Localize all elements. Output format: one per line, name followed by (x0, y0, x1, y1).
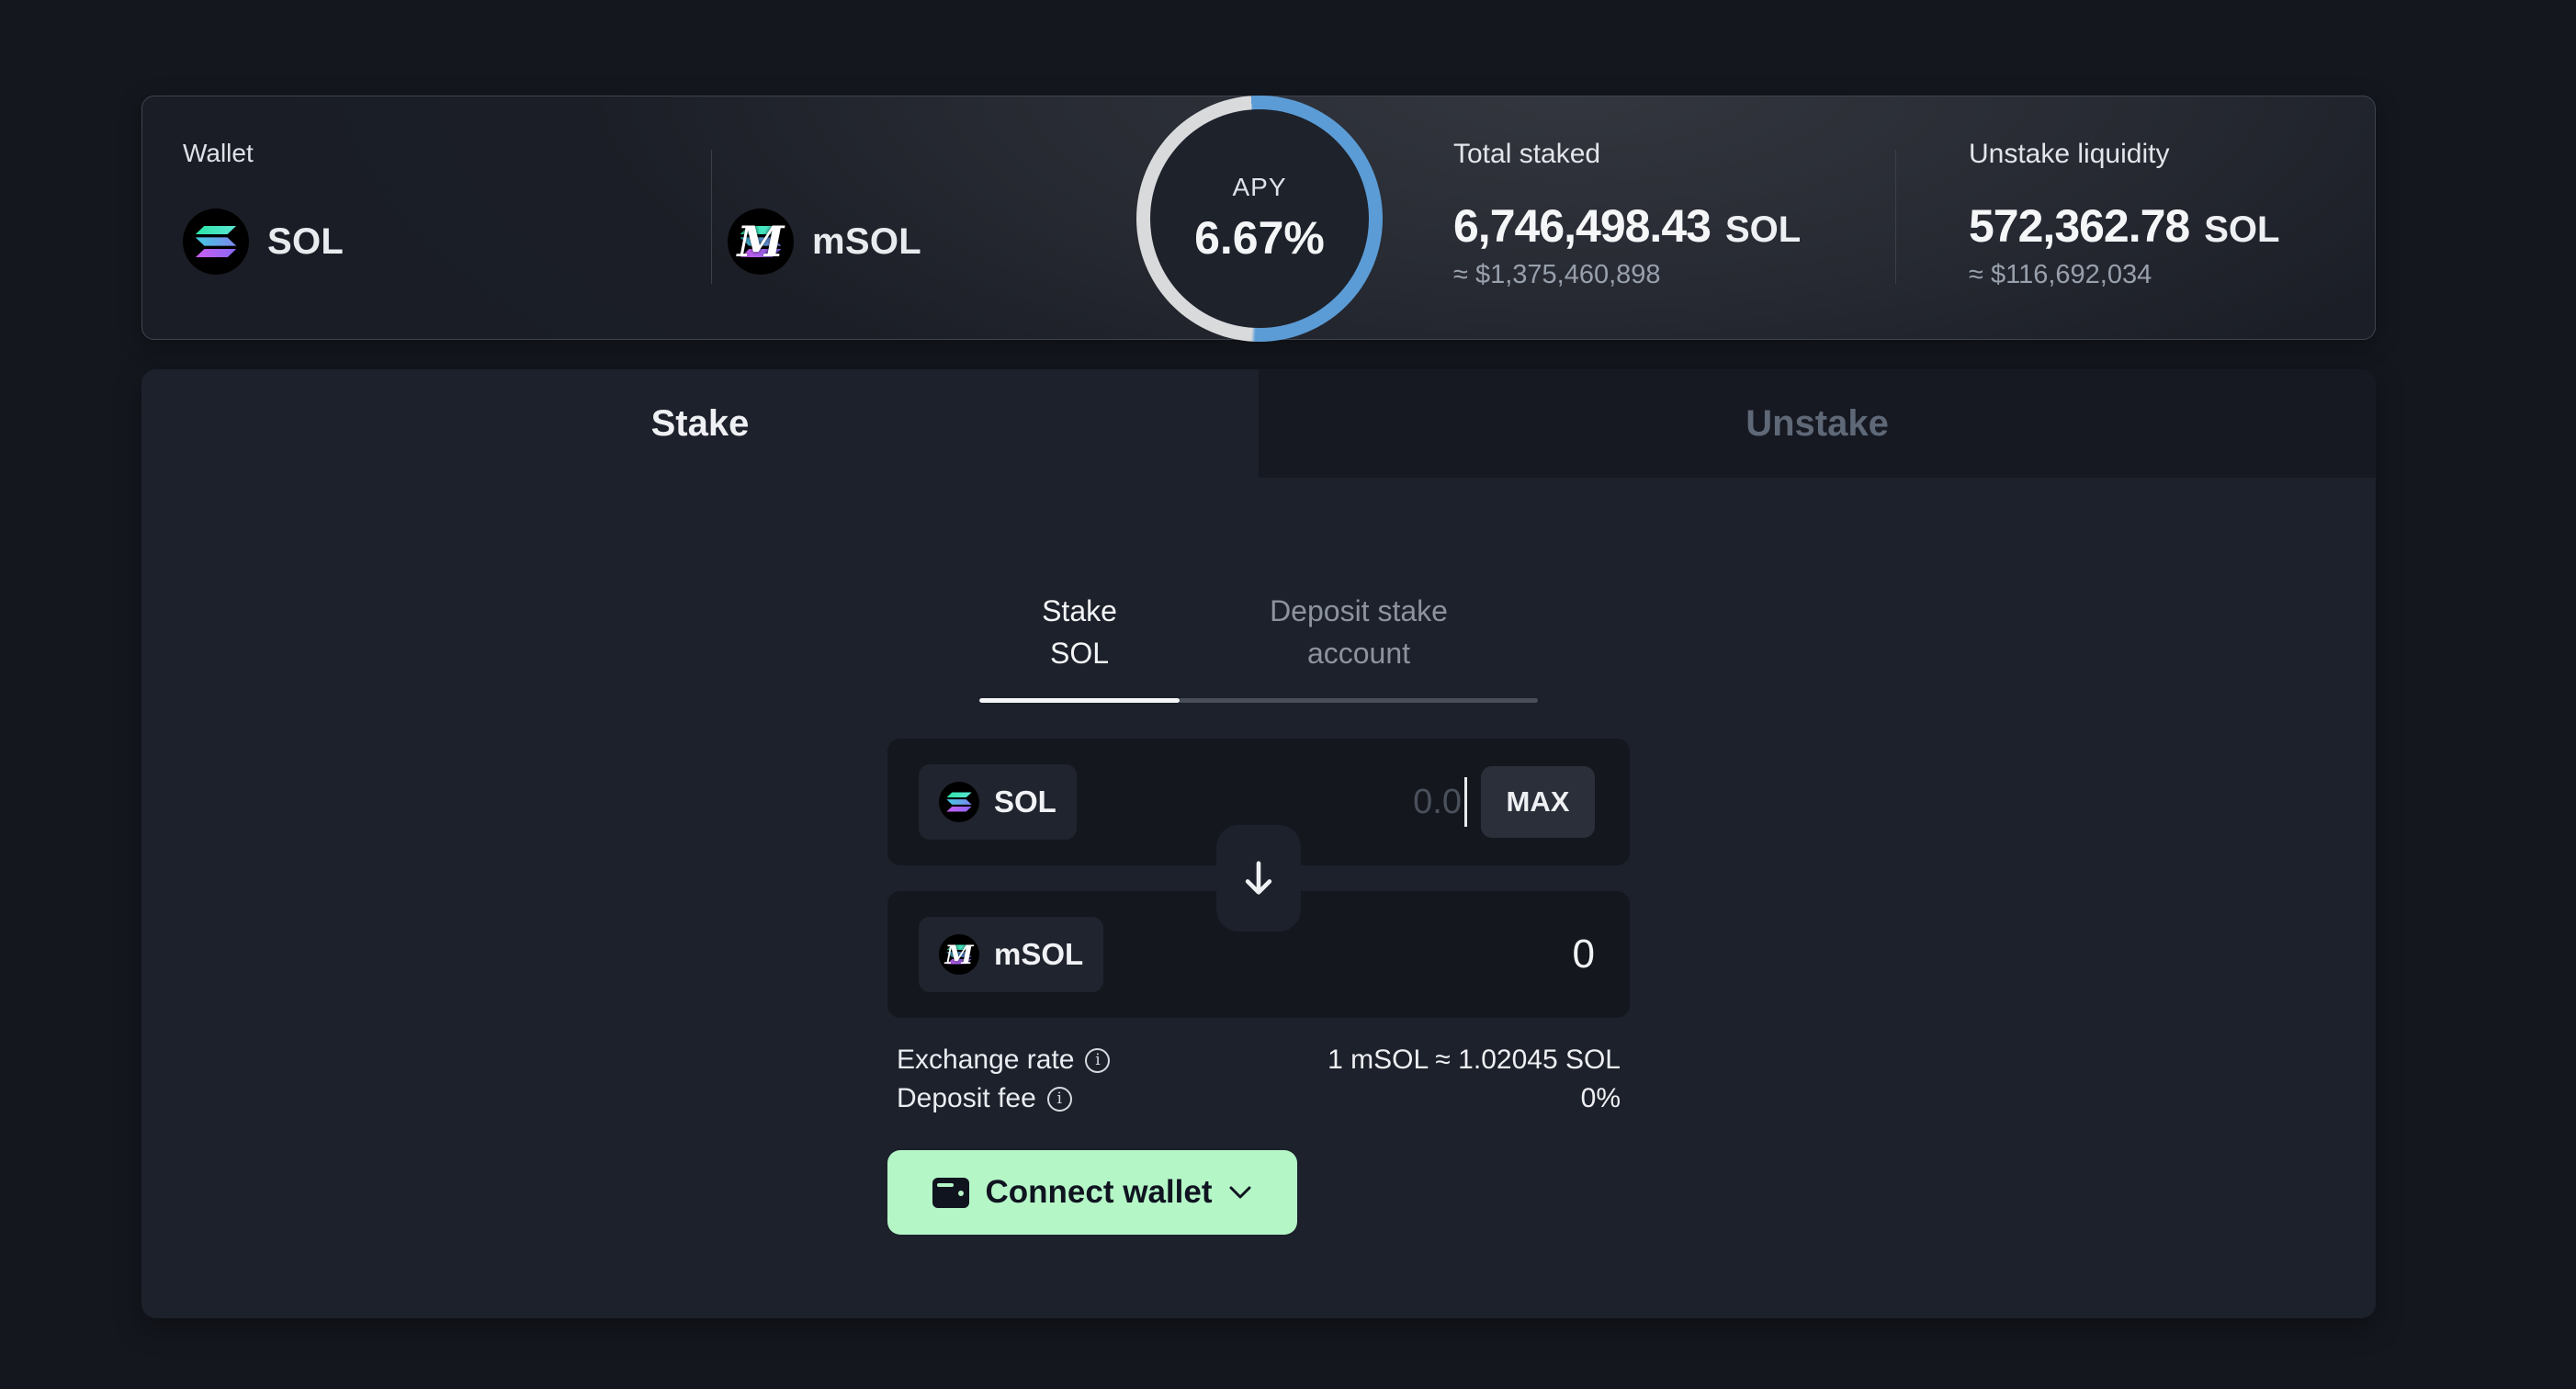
input-token-label: SOL (994, 785, 1056, 819)
active-tab-indicator (979, 698, 1180, 703)
stake-unstake-tabs: Stake Unstake (141, 369, 2376, 478)
stake-panel: Stake SOL Deposit stake account (887, 478, 1630, 1235)
tab-stake-sol[interactable]: Stake SOL (979, 590, 1180, 674)
msol-icon: M (728, 209, 794, 275)
deposit-fee-row: Deposit fee i 0% (887, 1080, 1630, 1117)
deposit-fee-label: Deposit fee (897, 1083, 1036, 1114)
total-staked-label: Total staked (1453, 139, 1801, 170)
total-staked-usd: ≈ $1,375,460,898 (1453, 260, 1801, 290)
exchange-rate-row: Exchange rate i 1 mSOL ≈ 1.02045 SOL (887, 1042, 1630, 1078)
msol-icon: M (939, 934, 979, 975)
unstake-liquidity-label: Unstake liquidity (1969, 139, 2279, 170)
text-cursor (1464, 777, 1467, 827)
connect-wallet-label: Connect wallet (986, 1174, 1213, 1211)
arrow-down-icon (1237, 857, 1280, 899)
stats-divider (1895, 150, 1896, 284)
output-token-selector[interactable]: M mSOL (919, 917, 1103, 992)
unstake-liquidity-amount: 572,362.78 (1969, 199, 2189, 253)
wallet-section-label: Wallet (183, 139, 254, 168)
deposit-fee-value: 0% (1581, 1083, 1621, 1114)
exchange-rate-label: Exchange rate (897, 1045, 1074, 1076)
wallet-token-msol-label: mSOL (812, 221, 921, 263)
solana-icon (939, 782, 979, 822)
chevron-down-icon (1228, 1185, 1252, 1200)
unstake-liquidity-value: 572,362.78 SOL (1969, 199, 2279, 253)
swap-direction-indicator (1216, 825, 1301, 932)
amount-input[interactable]: 0.0 (1413, 783, 1462, 822)
exchange-rate-value: 1 mSOL ≈ 1.02045 SOL (1328, 1045, 1621, 1076)
wallet-token-sol-label: SOL (267, 221, 344, 263)
apy-progress-ring: APY 6.67% (1136, 96, 1383, 342)
total-staked-value: 6,746,498.43 SOL (1453, 199, 1801, 253)
method-tabs-underline (979, 698, 1538, 703)
info-icon[interactable]: i (1047, 1087, 1072, 1112)
wallet-token-msol: M mSOL (728, 209, 921, 275)
solana-icon (183, 209, 249, 275)
total-staked-block: Total staked 6,746,498.43 SOL ≈ $1,375,4… (1453, 139, 1801, 290)
unstake-liquidity-block: Unstake liquidity 572,362.78 SOL ≈ $116,… (1969, 139, 2279, 290)
receive-amount-value: 0 (1573, 932, 1595, 977)
unstake-liquidity-usd: ≈ $116,692,034 (1969, 260, 2279, 290)
tab-deposit-stake-account[interactable]: Deposit stake account (1180, 590, 1538, 674)
tab-stake[interactable]: Stake (141, 369, 1259, 478)
total-staked-unit: SOL (1725, 209, 1801, 251)
wallet-icon (932, 1178, 969, 1208)
wallet-token-sol: SOL (183, 209, 344, 275)
stake-method-tabs: Stake SOL Deposit stake account (979, 590, 1538, 703)
apy-value: 6.67% (1194, 211, 1325, 265)
transaction-details: Exchange rate i 1 mSOL ≈ 1.02045 SOL Dep… (887, 1042, 1630, 1117)
staking-page: Wallet SOL M mSOL APY 6.67% Total staked (0, 0, 2576, 1389)
unstake-liquidity-unit: SOL (2204, 209, 2279, 251)
max-button[interactable]: MAX (1481, 766, 1595, 838)
inactive-tab-track (1180, 698, 1538, 703)
output-token-label: mSOL (994, 937, 1083, 972)
connect-wallet-button[interactable]: Connect wallet (887, 1150, 1297, 1235)
info-icon[interactable]: i (1085, 1048, 1110, 1073)
total-staked-amount: 6,746,498.43 (1453, 199, 1711, 253)
tab-unstake[interactable]: Unstake (1259, 369, 2376, 478)
input-token-selector[interactable]: SOL (919, 764, 1077, 840)
stake-card: Stake Unstake Stake SOL Deposit stake ac… (141, 369, 2376, 1318)
apy-ring-inner: APY 6.67% (1150, 109, 1369, 328)
swap-boxes: SOL 0.0 MAX M (887, 739, 1630, 1018)
stats-bar: Wallet SOL M mSOL APY 6.67% Total staked (141, 96, 2376, 340)
apy-label: APY (1232, 173, 1286, 202)
wallet-divider (711, 150, 712, 284)
